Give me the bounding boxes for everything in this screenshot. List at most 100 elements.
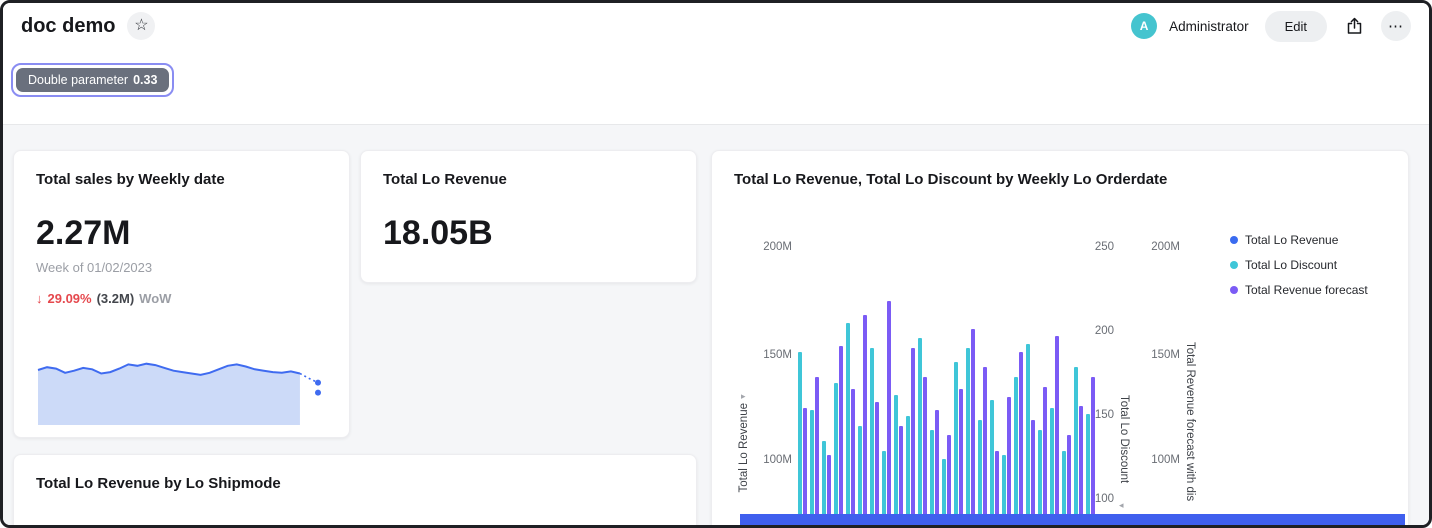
- bar: [978, 420, 982, 528]
- page-title: doc demo: [21, 15, 115, 38]
- sales-sparkline[interactable]: [34, 341, 332, 429]
- revenue-series-area: [740, 514, 1405, 528]
- parameter-pill: Double parameter 0.33: [16, 68, 169, 92]
- chart-legend: Total Lo Revenue Total Lo Discount Total…: [1230, 233, 1368, 297]
- revenue-kpi-card[interactable]: Total Lo Revenue 18.05B: [360, 150, 697, 283]
- bar: [863, 315, 867, 528]
- delta-percent: 29.09%: [48, 291, 92, 306]
- bar: [1026, 344, 1030, 528]
- bar: [935, 410, 939, 528]
- star-icon: ☆: [134, 18, 148, 34]
- bar: [1019, 352, 1023, 528]
- bar: [1014, 377, 1018, 528]
- bar: [959, 389, 963, 528]
- ellipsis-icon: ⋯: [1388, 19, 1404, 34]
- edit-button[interactable]: Edit: [1265, 11, 1327, 42]
- discount-axis-title: Total Lo Discount: [1118, 395, 1130, 483]
- left-axis-tick: 100M: [756, 454, 792, 466]
- left-axis-tick: 150M: [756, 349, 792, 361]
- bar: [966, 348, 970, 528]
- avatar[interactable]: A: [1131, 13, 1157, 39]
- axis-scroll-icon[interactable]: ▸: [741, 391, 746, 402]
- forecast-axis-tick: 200M: [1144, 241, 1180, 253]
- bar: [899, 426, 903, 528]
- legend-label: Total Lo Revenue: [1245, 233, 1338, 247]
- bar: [839, 346, 843, 528]
- bar: [1055, 336, 1059, 528]
- legend-item-discount[interactable]: Total Lo Discount: [1230, 258, 1368, 272]
- bar: [954, 362, 958, 528]
- bar: [1086, 414, 1090, 528]
- legend-item-revenue[interactable]: Total Lo Revenue: [1230, 233, 1368, 247]
- share-icon: [1346, 17, 1363, 35]
- bar: [906, 416, 910, 528]
- delta-comparison: WoW: [139, 291, 171, 306]
- bar: [1007, 397, 1011, 528]
- bar: [1050, 408, 1054, 528]
- delta-down-arrow: ↓: [36, 291, 43, 306]
- bar: [858, 426, 862, 528]
- bar: [846, 323, 850, 528]
- legend-label: Total Revenue forecast: [1245, 283, 1368, 297]
- discount-axis-tick: 100: [1084, 493, 1114, 505]
- forecast-axis-tick: 150M: [1144, 349, 1180, 361]
- axis-scroll-icon[interactable]: ◂: [1119, 500, 1124, 511]
- bar: [990, 400, 994, 528]
- bar: [803, 408, 807, 528]
- bar: [918, 338, 922, 528]
- bar: [1091, 377, 1095, 528]
- more-button[interactable]: ⋯: [1381, 11, 1411, 41]
- user-name: Administrator: [1169, 19, 1249, 34]
- bar: [894, 395, 898, 528]
- bar: [1043, 387, 1047, 528]
- legend-label: Total Lo Discount: [1245, 258, 1337, 272]
- dashboard-window: doc demo ☆ A Administrator Edit ⋯ Double…: [0, 0, 1432, 528]
- left-axis-title: Total Lo Revenue: [738, 403, 750, 493]
- discount-axis-tick: 250: [1084, 241, 1114, 253]
- parameter-control[interactable]: Double parameter 0.33: [11, 63, 174, 97]
- legend-dot-cyan: [1230, 261, 1238, 269]
- revenue-kpi-title: Total Lo Revenue: [361, 151, 696, 188]
- header-bar: doc demo ☆ A Administrator Edit ⋯: [3, 3, 1429, 49]
- discount-axis-tick: 200: [1084, 325, 1114, 337]
- favorite-button[interactable]: ☆: [127, 12, 155, 40]
- sales-kpi-period: Week of 01/02/2023: [14, 253, 349, 275]
- bar: [870, 348, 874, 528]
- bar: [875, 402, 879, 528]
- sales-kpi-delta: ↓ 29.09% (3.2M) WoW: [14, 275, 349, 306]
- bar: [834, 383, 838, 528]
- combo-chart-card: Total Lo Revenue, Total Lo Discount by W…: [711, 150, 1409, 528]
- bar: [798, 352, 802, 528]
- bar-series-group: [798, 151, 1082, 528]
- parameter-label: Double parameter: [28, 73, 128, 87]
- bar: [1031, 420, 1035, 528]
- legend-dot-blue: [1230, 236, 1238, 244]
- shipmode-chart-title: Total Lo Revenue by Lo Shipmode: [14, 455, 696, 492]
- bar: [983, 367, 987, 528]
- bar: [851, 389, 855, 528]
- bar: [887, 301, 891, 528]
- combo-chart[interactable]: 200M 150M 100M ▸ Total Lo Revenue 250 20…: [712, 151, 1408, 528]
- dashboard-canvas: Total sales by Weekly date 2.27M Week of…: [3, 124, 1429, 525]
- bar: [911, 348, 915, 528]
- sales-kpi-value: 2.27M: [14, 188, 349, 253]
- legend-dot-purple: [1230, 286, 1238, 294]
- bar: [1079, 406, 1083, 528]
- bar: [815, 377, 819, 528]
- sales-kpi-card[interactable]: Total sales by Weekly date 2.27M Week of…: [13, 150, 350, 438]
- sales-kpi-title: Total sales by Weekly date: [14, 151, 349, 188]
- legend-item-forecast[interactable]: Total Revenue forecast: [1230, 283, 1368, 297]
- bar: [1074, 367, 1078, 528]
- shipmode-chart-card[interactable]: Total Lo Revenue by Lo Shipmode: [13, 454, 697, 528]
- parameter-value: 0.33: [133, 73, 157, 87]
- bar: [810, 410, 814, 528]
- discount-axis-tick: 150: [1084, 409, 1114, 421]
- forecast-axis-tick: 100M: [1144, 454, 1180, 466]
- delta-absolute: (3.2M): [97, 291, 135, 306]
- header-actions: A Administrator Edit ⋯: [1131, 11, 1411, 42]
- bar: [971, 329, 975, 528]
- share-button[interactable]: [1339, 11, 1369, 41]
- revenue-kpi-value: 18.05B: [361, 188, 696, 253]
- left-axis-tick: 200M: [756, 241, 792, 253]
- sparkline-chart: [34, 341, 332, 429]
